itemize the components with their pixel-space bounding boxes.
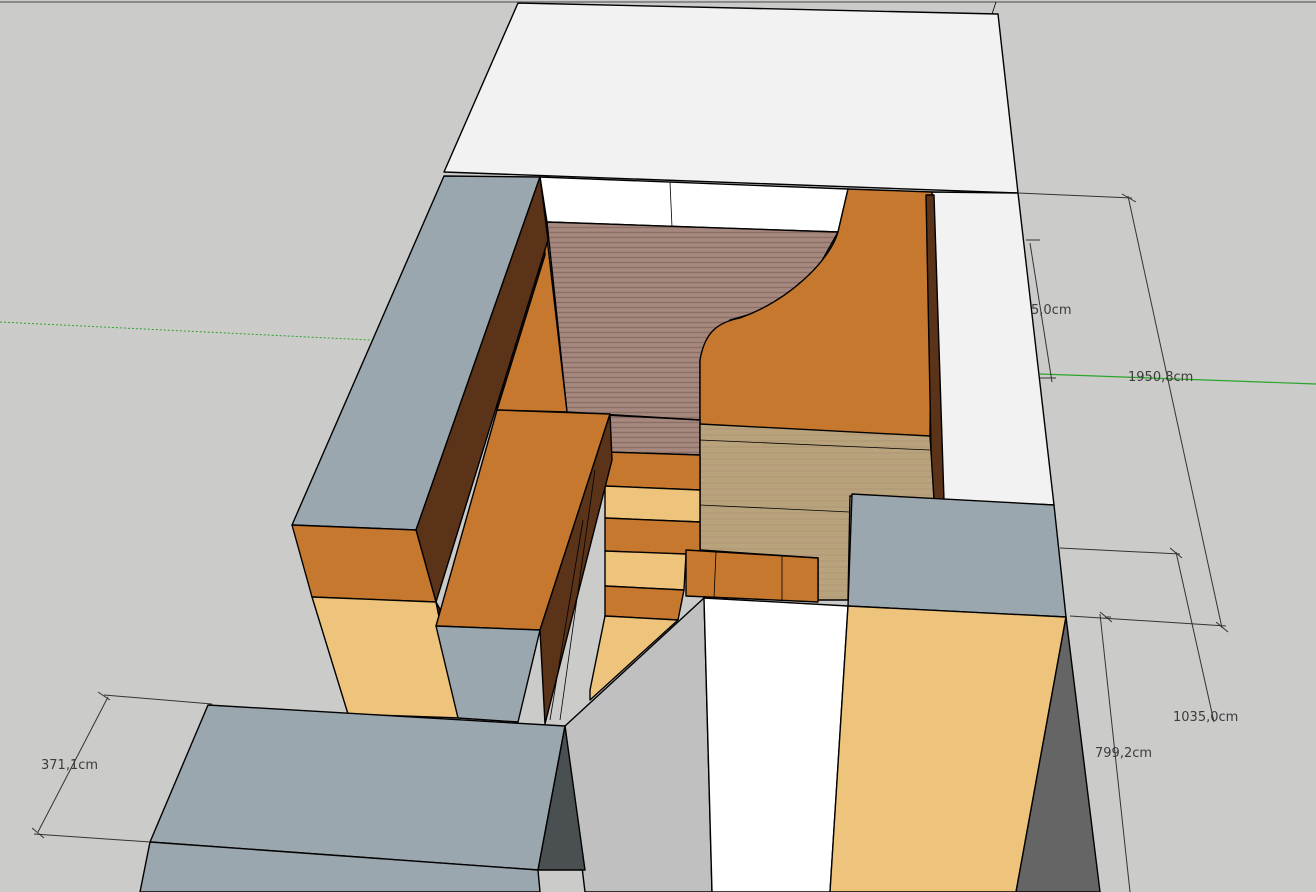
right-tall-block <box>829 493 1101 892</box>
bottom-left-block <box>139 704 586 892</box>
green-axis-left <box>0 321 371 341</box>
back-wall-top <box>443 2 1019 194</box>
dim-label-1035cm: 1035,0cm <box>1173 710 1238 725</box>
right-wall-top <box>931 191 1055 506</box>
dim-label-371cm: 371,1cm <box>41 758 98 773</box>
dim-label-5cm: 5,0cm <box>1031 303 1072 318</box>
scene-canvas[interactable]: 5,0cm 1950,8cm 1035,0cm 799,2cm 371,1cm <box>0 0 1316 892</box>
white-front-slab <box>703 597 849 892</box>
brown-landing-block <box>685 549 819 603</box>
dim-label-1950cm: 1950,8cm <box>1128 370 1193 385</box>
dim-label-799cm: 799,2cm <box>1095 746 1152 761</box>
modeling-viewport[interactable]: 5,0cm 1950,8cm 1035,0cm 799,2cm 371,1cm <box>0 0 1316 892</box>
striped-step <box>604 414 701 456</box>
back-wall-edge <box>991 1 997 15</box>
